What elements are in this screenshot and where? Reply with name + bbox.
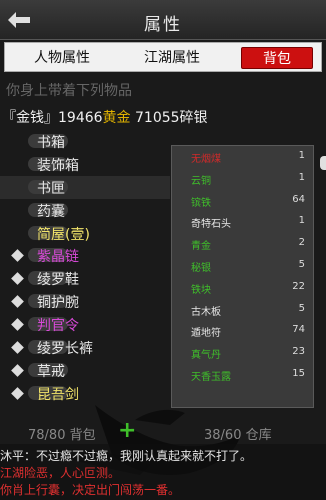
material-name: 无烟煤	[191, 154, 221, 165]
inventory-item[interactable]: 装饰箱	[0, 153, 170, 176]
equipped-diamond-icon	[11, 341, 24, 354]
material-row[interactable]: 秘银 5	[172, 255, 313, 277]
material-name: 云铜	[191, 175, 211, 187]
material-name: 真气丹	[191, 350, 221, 362]
tab-jianghu-attributes[interactable]: 江湖属性	[131, 47, 213, 69]
material-row[interactable]: 遁地符 74	[172, 320, 313, 342]
material-name: 铁块	[191, 284, 211, 296]
inventory-item[interactable]: 简屋(壹)	[0, 222, 170, 245]
equipped-diamond-icon	[11, 272, 24, 286]
plus-icon[interactable]: +	[118, 420, 136, 442]
inventory-item-name: 铜护腕	[37, 295, 79, 312]
material-name: 古木板	[191, 306, 221, 318]
inventory-item-name: 药囊	[37, 203, 65, 220]
inventory-list: 书箱装饰箱书匣药囊简屋(壹) 紫晶链绫罗鞋铜护腕判官令绫罗长裤草戒昆吾剑	[0, 130, 170, 422]
money-label: 『金钱』	[2, 110, 58, 126]
material-row[interactable]: 无烟煤 1	[172, 146, 313, 168]
material-count: 22	[292, 280, 305, 292]
material-name: 镔铁	[191, 197, 211, 209]
inventory-item-name: 简屋(壹)	[37, 226, 90, 243]
inventory-item-name: 绫罗鞋	[37, 272, 79, 289]
inventory-item[interactable]: 书箱	[0, 130, 170, 153]
materials-panel: 无烟煤 1 云铜 1 镔铁 64 奇特石头 1 青金 2 秘银 5 铁块 22 古木板 5 遁地符 74 真气丹 23…	[171, 145, 314, 408]
money-line: 『金钱』19466黄金 71055碎银	[2, 107, 208, 127]
message-log: 沐平：不过瘾不过瘾，我刚认真起来就不打了。 江湖险恶，人心叵测。 你肖上行囊，决…	[0, 444, 326, 500]
equipped-diamond-icon	[11, 249, 24, 263]
material-row[interactable]: 古木板 5	[172, 299, 313, 321]
equipped-diamond-icon	[11, 318, 24, 331]
inventory-item[interactable]: 药囊	[0, 199, 170, 222]
inventory-item-name: 草戒	[37, 363, 65, 380]
inventory-item-name: 判官令	[37, 318, 79, 335]
material-row[interactable]: 奇特石头 1	[172, 211, 313, 233]
material-name: 天香玉露	[191, 371, 231, 383]
material-row[interactable]: 铁块 22	[172, 277, 313, 299]
inventory-item[interactable]: 昆吾剑	[0, 382, 170, 405]
material-count: 5	[298, 302, 305, 314]
inventory-item-name: 装饰箱	[37, 157, 79, 174]
silver-unit: 碎银	[179, 110, 208, 126]
material-row[interactable]: 真气丹 23	[172, 342, 313, 364]
material-count: 1	[298, 171, 305, 183]
material-name: 青金	[191, 241, 211, 253]
inventory-item-name: 昆吾剑	[37, 386, 79, 403]
material-row[interactable]: 镔铁 64	[172, 190, 313, 212]
log-line: 沐平：不过瘾不过瘾，我刚认真起来就不打了。	[0, 449, 253, 463]
silver-amount: 71055	[135, 110, 180, 126]
material-count: 1	[298, 215, 305, 227]
material-count: 15	[292, 367, 305, 379]
tab-bar: 人物属性 江湖属性 背包	[4, 42, 322, 72]
material-count: 5	[298, 258, 305, 270]
warehouse-capacity[interactable]: 38/60 仓库	[204, 424, 272, 443]
gold-amount: 19466	[58, 110, 103, 126]
material-name: 奇特石头	[191, 219, 231, 231]
equipped-diamond-icon	[11, 386, 24, 400]
tab-backpack[interactable]: 背包	[241, 47, 313, 69]
inventory-prompt: 你身上带着下列物品	[6, 83, 132, 99]
inventory-item-name: 书匣	[37, 180, 65, 197]
title-bar: 属性	[0, 0, 326, 40]
log-line: 你肖上行囊，决定出门闯荡一番。	[0, 483, 181, 497]
inventory-item-name: 紫晶链	[37, 249, 79, 266]
material-count: 74	[292, 324, 305, 336]
material-name: 秘银	[191, 262, 211, 274]
material-count: 1	[298, 150, 305, 161]
inventory-item-name: 书箱	[37, 135, 65, 151]
inventory-item[interactable]: 草戒	[0, 359, 170, 382]
bag-capacity: 78/80 背包	[28, 428, 96, 443]
inventory-item[interactable]: 绫罗长裤	[0, 336, 170, 359]
material-count: 23	[292, 346, 305, 358]
material-row[interactable]: 青金 2	[172, 233, 313, 255]
equipped-diamond-icon	[11, 364, 24, 377]
inventory-item[interactable]: 铜护腕	[0, 290, 170, 313]
inventory-item-name: 绫罗长裤	[37, 341, 93, 358]
material-name: 遁地符	[191, 328, 221, 340]
side-handle[interactable]	[320, 156, 326, 170]
material-count: 2	[298, 237, 305, 249]
inventory-item[interactable]: 书匣	[0, 175, 170, 199]
log-line: 江湖险恶，人心叵测。	[0, 466, 121, 480]
material-row[interactable]: 天香玉露 15	[172, 364, 313, 386]
inventory-item[interactable]: 紫晶链	[0, 244, 170, 267]
inventory-item[interactable]: 绫罗鞋	[0, 267, 170, 290]
gold-unit: 黄金	[102, 110, 131, 126]
material-count: 64	[292, 193, 305, 205]
tab-character-attributes[interactable]: 人物属性	[21, 47, 103, 69]
page-title: 属性	[144, 15, 182, 35]
inventory-item[interactable]: 判官令	[0, 313, 170, 336]
material-row[interactable]: 云铜 1	[172, 168, 313, 190]
capacity-bar: 78/80 背包 + 38/60 仓库	[0, 420, 326, 444]
equipped-diamond-icon	[11, 295, 24, 309]
